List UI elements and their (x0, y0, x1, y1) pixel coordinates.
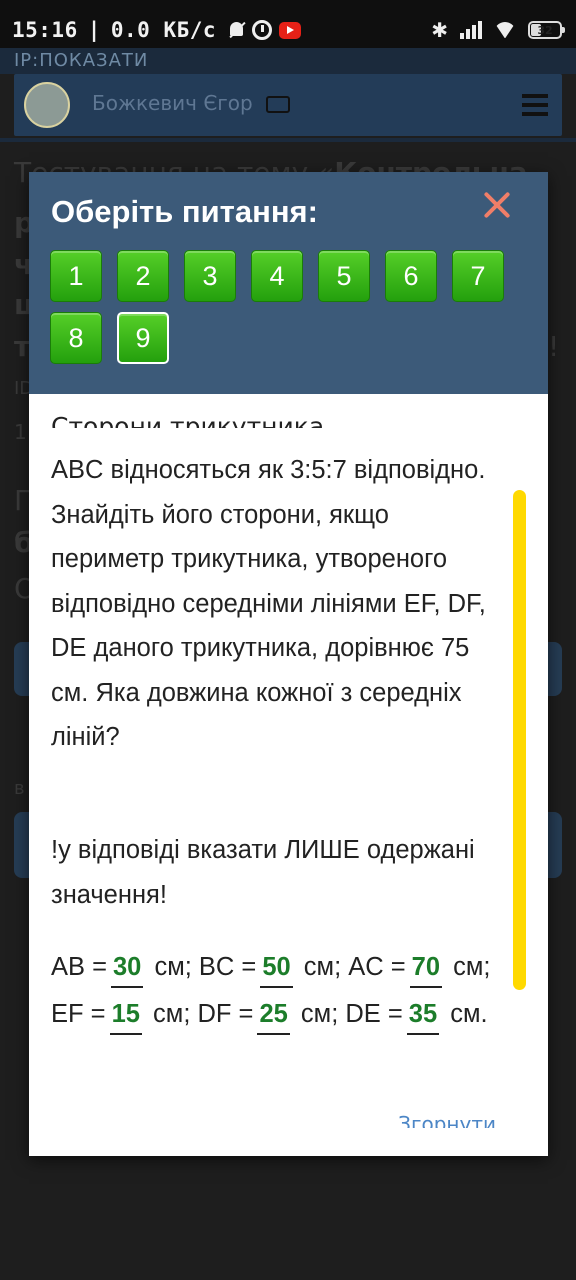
close-icon[interactable] (482, 190, 512, 220)
youtube-icon (279, 21, 302, 39)
bg-fragment: ! (548, 330, 560, 363)
question-button-6[interactable]: 6 (385, 250, 437, 302)
bg-fragment: 1 (14, 420, 27, 444)
battery-level: 32 (537, 23, 553, 37)
app-header: Божкевич Єгор (14, 74, 562, 136)
site-logo[interactable] (24, 82, 70, 128)
question-text: ABC відносяться як 3:5:7 відповідно. Зна… (51, 456, 486, 751)
header-divider (0, 138, 576, 142)
bg-fragment: в (14, 778, 25, 799)
signal-icon (460, 21, 482, 39)
hamburger-menu-icon[interactable] (522, 94, 548, 116)
question-content: Сторони трикутника ABC відносяться як 3:… (29, 394, 548, 1156)
question-button-4[interactable]: 4 (251, 250, 303, 302)
clock: 15:16 (12, 18, 78, 42)
answer-input-bc[interactable]: 50 (260, 948, 293, 988)
modal-header: Оберіть питання: 1234567 89 (29, 172, 548, 394)
question-button-2[interactable]: 2 (117, 250, 169, 302)
scrollbar[interactable] (513, 490, 526, 990)
question-note: !у відповіді вказати ЛИШЕ одержані значе… (51, 836, 475, 909)
user-name[interactable]: Божкевич Єгор (92, 91, 253, 115)
modal-title: Оберіть питання: (51, 194, 318, 229)
question-button-5[interactable]: 5 (318, 250, 370, 302)
answer-label: AB = (51, 953, 107, 981)
network-speed: 0.0 КБ/с (110, 18, 217, 42)
question-button-3[interactable]: 3 (184, 250, 236, 302)
alarm-icon (252, 20, 273, 40)
bg-fragment: т (14, 330, 31, 363)
answer-label: см; AC = (303, 953, 406, 981)
chat-icon[interactable] (266, 96, 290, 113)
question-button-9[interactable]: 9 (117, 312, 169, 364)
answer-block: AB = 30 см; BC = 50 см; AC = 70 см; EF = 15 … (51, 944, 491, 1038)
wifi-icon (494, 22, 516, 38)
question-number-grid: 1234567 89 (50, 250, 520, 364)
ip-label[interactable]: IP:ПОКАЗАТИ (0, 48, 576, 74)
question-button-7[interactable]: 7 (452, 250, 504, 302)
answer-input-df[interactable]: 25 (257, 995, 290, 1035)
question-text-clipped: Сторони трикутника (51, 414, 324, 428)
answer-input-de[interactable]: 35 (406, 995, 440, 1035)
answer-label: см. (450, 1000, 488, 1028)
question-picker-modal: Оберіть питання: 1234567 89 Сторони трику… (29, 172, 548, 1156)
collapse-link[interactable]: Згорнути (398, 1114, 496, 1128)
battery-icon: 32 (528, 21, 565, 39)
answer-label: см; DF = (153, 1000, 254, 1028)
bluetooth-icon: ✱ (431, 18, 448, 42)
question-button-1[interactable]: 1 (50, 250, 102, 302)
answer-label: см; DE = (300, 1000, 403, 1028)
answer-input-ef[interactable]: 15 (109, 995, 142, 1035)
bell-off-icon (228, 20, 245, 40)
status-separator: | (87, 18, 101, 42)
answer-input-ac[interactable]: 70 (409, 948, 443, 988)
answer-input-ab[interactable]: 30 (111, 948, 144, 988)
answer-label: см; BC = (154, 953, 257, 981)
question-button-8[interactable]: 8 (50, 312, 102, 364)
